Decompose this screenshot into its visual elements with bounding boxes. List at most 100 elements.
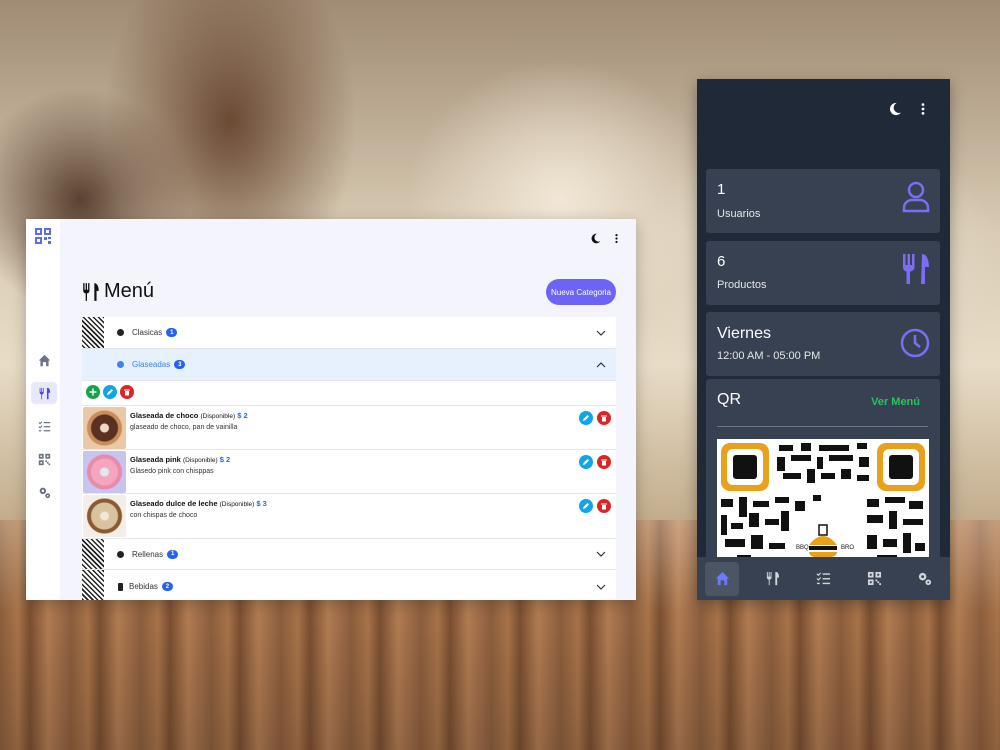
qr-code-image: BBQ BRO BURGER	[717, 439, 929, 569]
plus-icon	[89, 388, 97, 396]
chevron-down-icon	[596, 551, 606, 557]
clock-icon	[900, 328, 930, 358]
qr-icon	[38, 453, 50, 465]
delete-product-button[interactable]	[597, 455, 611, 469]
product-row[interactable]: Glaseada de choco (Disponible) $ 2 glase…	[82, 405, 616, 449]
mobile-window: 1 Usuarios 6 Productos Viernes 12:00 AM …	[697, 79, 950, 600]
product-price: $ 2	[219, 455, 231, 464]
svg-text:BRO: BRO	[841, 545, 854, 551]
product-row[interactable]: Glaseada pink (Disponible) $ 2 Glasedo p…	[82, 449, 616, 493]
delete-product-button[interactable]	[597, 499, 611, 513]
add-product-button[interactable]	[86, 385, 100, 399]
checklist-icon	[37, 420, 50, 431]
category-list: Clasicas 1 Glaseadas 3 Glaseada de choco (…	[82, 317, 616, 600]
product-description: con chispas de choco	[130, 512, 198, 519]
trash-icon	[601, 415, 607, 422]
chevron-down-icon	[596, 330, 606, 336]
stat-value: 6	[717, 253, 726, 270]
home-icon	[38, 354, 50, 366]
nav-home-button[interactable]	[31, 349, 57, 371]
kebab-menu-icon[interactable]	[916, 102, 930, 116]
mobile-top-icons	[888, 102, 930, 116]
trash-icon	[601, 459, 607, 466]
qr-title: QR	[717, 391, 741, 408]
edit-product-button[interactable]	[579, 455, 593, 469]
page-title: Menú	[82, 280, 154, 303]
stat-label: Usuarios	[717, 208, 761, 220]
edit-product-button[interactable]	[579, 499, 593, 513]
stat-value: 1	[717, 181, 726, 198]
nav-settings-button[interactable]	[908, 562, 942, 596]
nav-menu-button[interactable]	[31, 382, 57, 404]
bottom-nav	[697, 557, 950, 600]
edit-product-button[interactable]	[579, 411, 593, 425]
category-row-clasicas[interactable]: Clasicas 1	[82, 317, 616, 349]
bottle-icon	[118, 582, 123, 591]
category-icon	[117, 361, 124, 368]
home-icon	[715, 571, 729, 586]
top-bar-icons	[590, 233, 622, 244]
view-menu-link[interactable]: Ver Menú	[871, 396, 920, 408]
product-name: Glaseado dulce de leche	[130, 499, 218, 508]
utensils-icon	[83, 282, 99, 301]
product-row[interactable]: Glaseado dulce de leche (Disponible) $ 3…	[82, 493, 616, 537]
product-name: Glaseada de choco	[130, 411, 199, 420]
divider	[717, 426, 928, 427]
pencil-icon	[583, 503, 589, 509]
product-name: Glaseada pink	[130, 455, 181, 464]
product-status: (Disponible)	[182, 457, 218, 464]
delete-product-button[interactable]	[597, 411, 611, 425]
page-title-text: Menú	[104, 280, 155, 302]
category-icon	[117, 329, 124, 336]
moon-icon[interactable]	[590, 233, 601, 244]
count-badge: 3	[174, 360, 186, 369]
stat-card-schedule[interactable]: Viernes 12:00 AM - 05:00 PM	[706, 312, 940, 376]
desktop-window: Menú Nueva Categoria Clasicas 1 Glaseadas…	[26, 219, 636, 600]
category-row-bebidas[interactable]: Bebidas 2	[82, 571, 616, 600]
nav-qr-button[interactable]	[857, 562, 891, 596]
category-row-glaseadas[interactable]: Glaseadas 3	[82, 349, 616, 381]
trash-icon	[124, 389, 130, 396]
category-label: Clasicas	[132, 328, 163, 337]
gears-icon	[39, 487, 50, 498]
nav-settings-button[interactable]	[31, 481, 57, 503]
category-icon	[117, 550, 124, 558]
utensils-icon	[903, 254, 929, 284]
pencil-icon	[583, 415, 589, 421]
nav-list-button[interactable]	[31, 415, 57, 437]
side-rail	[26, 219, 60, 600]
edit-category-button[interactable]	[103, 385, 117, 399]
utensils-icon	[39, 387, 50, 399]
stat-card-products[interactable]: 6 Productos	[706, 241, 940, 305]
product-price: $ 2	[237, 411, 248, 420]
delete-category-button[interactable]	[120, 385, 134, 399]
product-description: Glasedo pink con chisppas	[130, 468, 214, 475]
chevron-up-icon	[596, 361, 606, 367]
category-actions	[86, 385, 134, 399]
pencil-icon	[583, 459, 589, 465]
count-badge: 1	[166, 328, 178, 337]
count-badge: 2	[161, 582, 173, 591]
nav-list-button[interactable]	[806, 562, 840, 596]
nav-qr-button[interactable]	[31, 448, 57, 470]
product-description: glaseado de choco, pan de vainilla	[130, 424, 238, 431]
stat-value: Viernes	[717, 325, 771, 342]
qr-logo-icon[interactable]	[35, 228, 51, 244]
chevron-down-icon	[596, 584, 606, 590]
moon-icon[interactable]	[888, 102, 902, 116]
product-status: (Disponible)	[200, 413, 236, 420]
trash-icon	[601, 503, 607, 510]
product-image	[83, 451, 126, 493]
nav-menu-button[interactable]	[756, 562, 790, 596]
count-badge: 1	[167, 549, 179, 559]
nav-home-button[interactable]	[705, 561, 740, 596]
new-category-button[interactable]: Nueva Categoria	[546, 279, 616, 305]
product-image	[83, 407, 126, 449]
stat-card-users[interactable]: 1 Usuarios	[706, 169, 940, 233]
stat-label: Productos	[717, 279, 767, 291]
kebab-menu-icon[interactable]	[611, 233, 622, 244]
stat-label: 12:00 AM - 05:00 PM	[717, 350, 821, 362]
category-label: Bebidas	[129, 582, 158, 591]
utensils-icon	[767, 571, 780, 586]
category-row-rellenas[interactable]: Rellenas 1	[82, 538, 616, 570]
